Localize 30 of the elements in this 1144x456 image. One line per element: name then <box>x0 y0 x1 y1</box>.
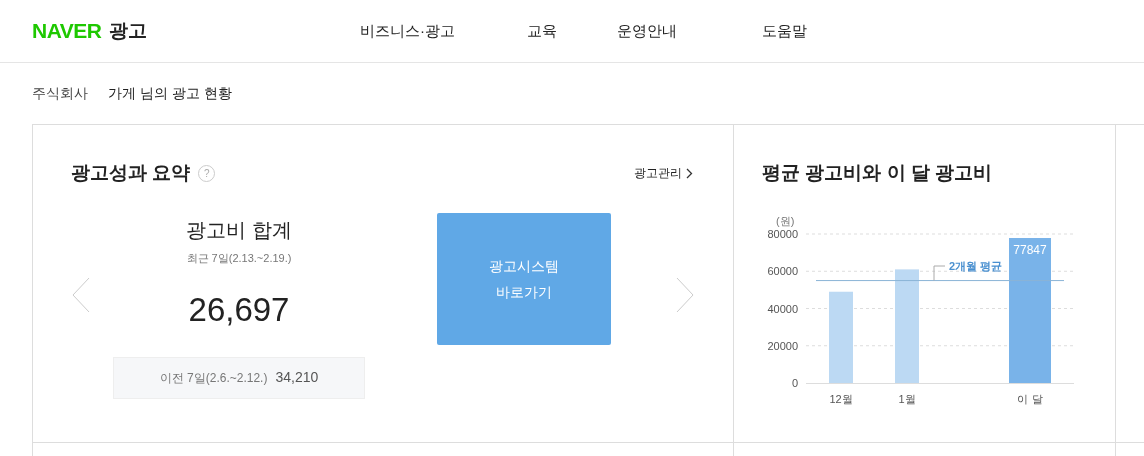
card-title: 평균 광고비와 이 달 광고비 <box>761 161 994 185</box>
stat-value: 26,697 <box>188 290 290 330</box>
category-label: 12월 <box>829 392 853 405</box>
tick-label: 0 <box>791 376 798 389</box>
axis-unit: (원) <box>776 214 795 227</box>
tick-label: 60000 <box>767 264 798 277</box>
nav-link[interactable]: 도움말 <box>762 19 862 43</box>
nav-link[interactable]: 비즈니스·광고 <box>360 19 527 43</box>
value-label: 77847 <box>1013 242 1047 257</box>
previous-label: 이전 7일(2.6.~2.12.) <box>159 369 268 387</box>
category-label: 이 달 <box>1017 392 1043 405</box>
chevron-left-icon[interactable] <box>71 276 91 313</box>
average-label: 2개월 평균 <box>949 259 1003 272</box>
tick-label: 20000 <box>767 339 798 352</box>
page-title: 가게 님의 광고 현황 <box>108 84 232 103</box>
previous-value: 34,210 <box>275 368 319 387</box>
tick-label: 80000 <box>767 227 798 240</box>
stat-title: 광고비 합계 <box>186 217 292 243</box>
company-name: 주식회사 <box>32 84 88 103</box>
card-title: 광고성과 요약 <box>71 161 191 185</box>
period-label: 최근 7일(2.13.~2.19.) <box>186 250 292 266</box>
leader-line <box>933 265 946 281</box>
manage-link[interactable]: 광고관리 <box>634 164 693 183</box>
tick-label: 40000 <box>767 302 798 314</box>
chevron-right-icon <box>686 167 693 179</box>
chevron-right-icon[interactable] <box>675 276 695 313</box>
nav-link[interactable]: 교육 <box>527 19 617 43</box>
category-label: 1월 <box>898 392 916 405</box>
logo-suffix: 광고 <box>109 18 148 43</box>
nav-link[interactable]: 운영안내 <box>617 19 762 43</box>
